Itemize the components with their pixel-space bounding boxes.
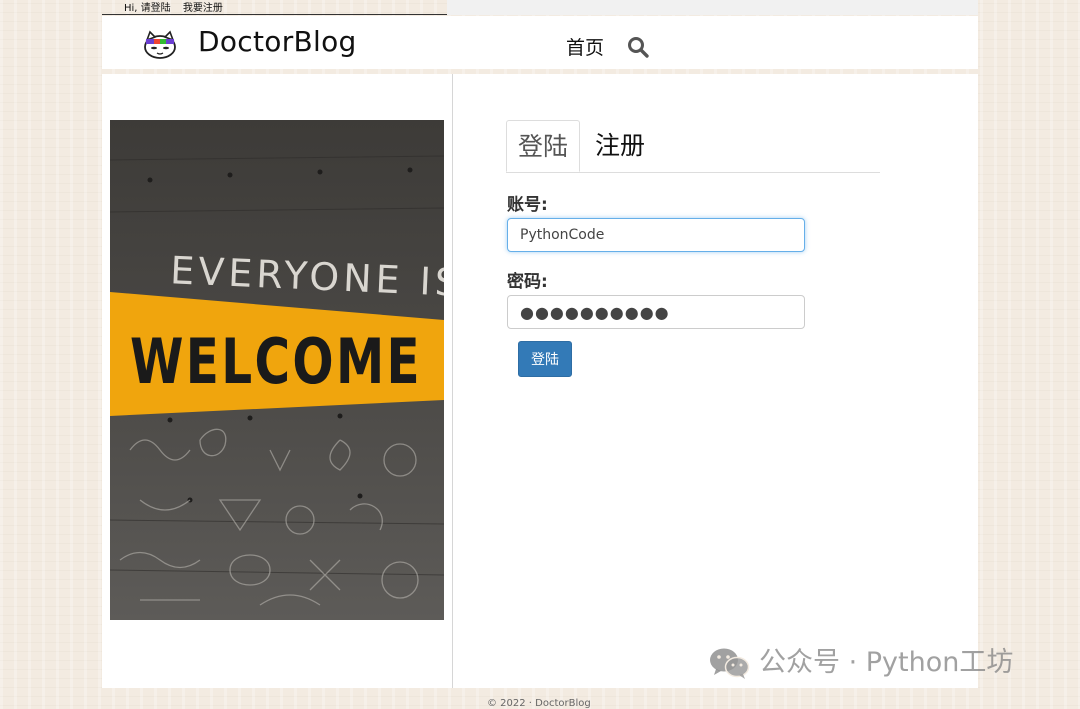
nav-home-link[interactable]: 首页 bbox=[566, 33, 604, 60]
welcome-image: EVERYONE IS WELCOME bbox=[110, 120, 444, 620]
footer-copyright: © 2022 · DoctorBlog bbox=[487, 698, 591, 709]
login-button[interactable]: 登陆 bbox=[518, 341, 572, 377]
login-panel: EVERYONE IS WELCOME 登陆 注册 账号: 密码: 登陆 bbox=[102, 74, 978, 688]
top-bar-filler bbox=[447, 0, 978, 15]
username-label: 账号: bbox=[507, 195, 548, 215]
password-label: 密码: bbox=[507, 272, 548, 292]
wechat-icon bbox=[710, 648, 750, 679]
wechat-watermark: 公众号 · Python工坊 bbox=[708, 646, 1053, 680]
login-link[interactable]: Hi, 请登陆 bbox=[124, 3, 171, 14]
top-auth-bar: Hi, 请登陆 我要注册 bbox=[102, 0, 447, 15]
cat-mascot-icon[interactable] bbox=[142, 26, 178, 62]
site-header: DoctorBlog 首页 bbox=[102, 16, 978, 69]
welcome-line2: WELCOME bbox=[130, 325, 422, 398]
watermark-text: 公众号 · Python工坊 bbox=[759, 647, 1014, 678]
site-brand[interactable]: DoctorBlog bbox=[198, 25, 357, 58]
search-icon[interactable] bbox=[626, 35, 650, 59]
register-link[interactable]: 我要注册 bbox=[183, 3, 223, 14]
tab-register[interactable]: 注册 bbox=[584, 120, 656, 172]
panel-divider bbox=[452, 74, 453, 688]
auth-tabs: 登陆 注册 bbox=[506, 120, 880, 173]
tab-login[interactable]: 登陆 bbox=[506, 120, 580, 172]
password-field[interactable] bbox=[507, 295, 805, 329]
username-field[interactable] bbox=[507, 218, 805, 252]
